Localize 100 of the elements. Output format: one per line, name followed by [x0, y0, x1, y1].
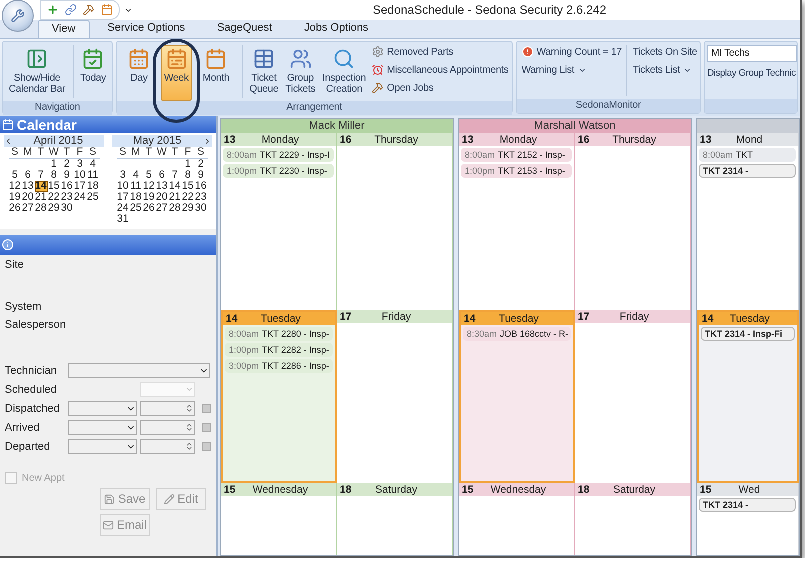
calendar-day[interactable]: 1 — [48, 159, 60, 170]
calendar-day[interactable]: 5 — [8, 170, 22, 181]
ribbon-button[interactable]: Ticket Queue — [246, 45, 282, 101]
calendar-day[interactable]: 26 — [142, 203, 156, 214]
appointment[interactable]: 1:00pm TKT 2153 - Insp- — [461, 164, 572, 178]
calendar-day[interactable]: 13 — [22, 181, 34, 192]
calendar-day[interactable]: 24 — [74, 192, 86, 203]
view-button[interactable]: Month — [200, 45, 233, 101]
calendar-day[interactable]: 12 — [142, 181, 156, 192]
date-dropdown[interactable] — [68, 401, 137, 416]
calendar-day[interactable]: 23 — [60, 192, 74, 203]
view-button[interactable]: Week — [161, 45, 192, 101]
ribbon-link[interactable]: Open Jobs — [372, 81, 509, 95]
ribbon-tab[interactable]: SageQuest — [203, 19, 286, 38]
add-icon[interactable] — [47, 4, 59, 16]
ribbon-tab[interactable]: Jobs Options — [290, 19, 383, 38]
appointment[interactable]: 8:00am TKT 2229 - Insp-I — [223, 148, 334, 162]
calendar-day[interactable]: 25 — [86, 192, 100, 203]
calendar-day[interactable]: 18 — [86, 181, 100, 192]
calendar-day[interactable]: 7 — [34, 170, 48, 181]
set-time-button[interactable] — [202, 423, 211, 432]
calendar-day[interactable]: 28 — [168, 203, 182, 214]
calendar-day[interactable]: 25 — [130, 203, 142, 214]
calendar-day[interactable]: 29 — [182, 203, 194, 214]
appointment[interactable]: TKT 2314 - — [699, 498, 796, 512]
calendar-day[interactable]: 14 — [168, 181, 182, 192]
calendar-day[interactable]: 30 — [194, 203, 208, 214]
ribbon-tab[interactable]: Service Options — [94, 19, 200, 38]
appointment[interactable]: 8:30am JOB 168cctv - R- — [463, 327, 571, 341]
ribbon-button[interactable]: Show/Hide Calendar Bar — [6, 45, 69, 101]
time-spinner[interactable] — [140, 420, 195, 435]
set-time-button[interactable] — [202, 442, 211, 451]
calendar-day[interactable]: 1 — [182, 159, 194, 170]
calendar-day[interactable]: 5 — [142, 170, 156, 181]
previous-icon[interactable] — [4, 136, 13, 146]
calendar-day[interactable]: 6 — [156, 170, 168, 181]
calendar-day[interactable]: 20 — [156, 192, 168, 203]
dropdown-button[interactable]: Warning List — [522, 63, 622, 77]
calendar-day[interactable]: 27 — [22, 203, 34, 214]
calendar-day[interactable]: 10 — [116, 181, 130, 192]
ribbon-link[interactable]: Miscellaneous Appointments — [372, 63, 509, 77]
calendar-day[interactable]: 14 — [34, 181, 48, 192]
app-menu-button[interactable] — [2, 0, 34, 32]
calendar-day[interactable]: 2 — [194, 159, 208, 170]
calendar-day[interactable]: 4 — [130, 170, 142, 181]
group-field[interactable]: MI Techs — [707, 45, 797, 62]
next-icon[interactable] — [203, 136, 212, 146]
scheduled-dropdown[interactable] — [140, 382, 195, 397]
calendar-day[interactable]: 3 — [116, 170, 130, 181]
view-button[interactable]: Day — [125, 45, 154, 101]
calendar-day[interactable]: 16 — [194, 181, 208, 192]
calendar-day[interactable]: 21 — [168, 192, 182, 203]
calendar-day[interactable]: 18 — [130, 192, 142, 203]
calendar-day[interactable]: 17 — [74, 181, 86, 192]
calendar-day[interactable]: 31 — [116, 214, 130, 225]
appointment[interactable]: TKT 2314 - — [699, 164, 796, 178]
calendar-day[interactable]: 19 — [142, 192, 156, 203]
appointment[interactable]: 3:00pm TKT 2286 - Insp- — [225, 359, 333, 373]
calendar-day[interactable]: 15 — [182, 181, 194, 192]
dropdown-button[interactable]: Tickets List — [632, 63, 698, 77]
calendar-day[interactable]: 27 — [156, 203, 168, 214]
ribbon-tab[interactable]: View — [38, 20, 90, 38]
calendar-day[interactable]: 11 — [130, 181, 142, 192]
hammer-icon[interactable] — [83, 4, 95, 16]
calendar-day[interactable]: 17 — [116, 192, 130, 203]
calendar-day[interactable]: 23 — [194, 192, 208, 203]
calendar-day[interactable]: 30 — [60, 203, 74, 214]
appointment[interactable]: 8:00am TKT 2152 - Insp- — [461, 148, 572, 162]
link-icon[interactable] — [65, 4, 77, 16]
calendar-day[interactable]: 8 — [182, 170, 194, 181]
calendar-day[interactable]: 22 — [182, 192, 194, 203]
calendar-day[interactable]: 26 — [8, 203, 22, 214]
date-dropdown[interactable] — [68, 420, 137, 435]
technician-dropdown[interactable] — [68, 363, 210, 378]
calendar-day[interactable]: 9 — [60, 170, 74, 181]
calendar-day[interactable]: 21 — [34, 192, 48, 203]
calendar-day[interactable]: 22 — [48, 192, 60, 203]
calendar-day[interactable]: 8 — [48, 170, 60, 181]
calendar-day[interactable]: 7 — [168, 170, 182, 181]
ribbon-button[interactable]: Group Tickets — [282, 45, 319, 101]
calendar-day[interactable]: 10 — [74, 170, 86, 181]
ribbon-link[interactable]: Removed Parts — [372, 45, 509, 59]
calendar-day[interactable]: 4 — [86, 159, 100, 170]
calendar-day[interactable]: 11 — [86, 170, 100, 181]
calendar-day[interactable]: 12 — [8, 181, 22, 192]
ribbon-button[interactable]: Today — [78, 45, 110, 101]
calendar-day[interactable]: 28 — [34, 203, 48, 214]
time-spinner[interactable] — [140, 439, 195, 454]
ribbon-link[interactable]: Tickets On Site — [632, 45, 698, 59]
ribbon-button[interactable]: Inspection Creation — [320, 45, 370, 101]
set-time-button[interactable] — [202, 404, 211, 413]
appointment[interactable]: 1:00pm TKT 2230 - Insp- — [223, 164, 334, 178]
warning-button[interactable]: Warning Count = 17 — [522, 45, 622, 59]
appointment[interactable]: TKT 2314 - Insp-Fi — [701, 327, 795, 341]
calendar-day[interactable]: 20 — [22, 192, 34, 203]
calendar-day[interactable]: 13 — [156, 181, 168, 192]
date-dropdown[interactable] — [68, 439, 137, 454]
appointment[interactable]: 8:00am TKT — [699, 148, 796, 162]
calendar-day[interactable]: 29 — [48, 203, 60, 214]
calendar-day[interactable]: 15 — [48, 181, 60, 192]
